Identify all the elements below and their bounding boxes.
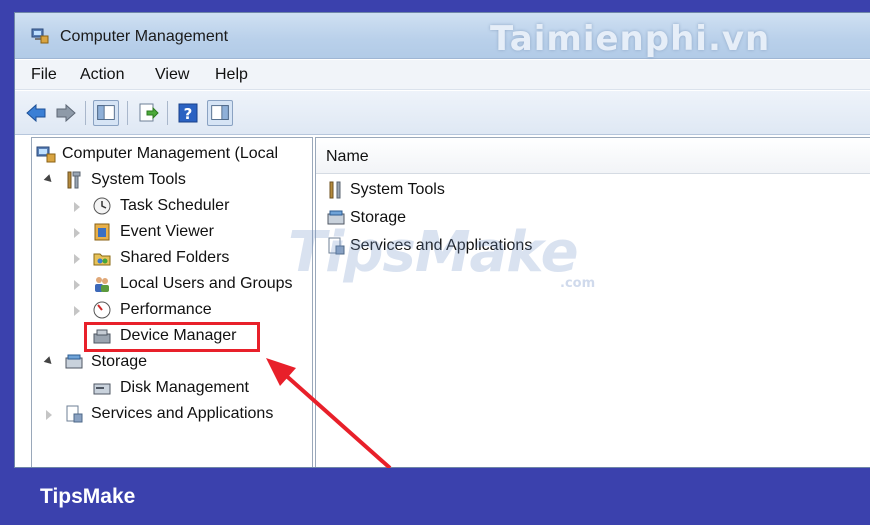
tree-item-label: Local Users and Groups: [120, 275, 293, 292]
export-list-icon[interactable]: [135, 100, 161, 126]
event-viewer-icon: [94, 223, 110, 241]
title-watermark: Taimienphi.vn: [490, 19, 771, 59]
tree-item-storage[interactable]: Storage: [36, 350, 312, 374]
tree-item-performance[interactable]: Performance: [36, 298, 312, 322]
tree-item-event-viewer[interactable]: Event Viewer: [36, 220, 312, 244]
tree-item-label: System Tools: [91, 171, 186, 188]
tools-icon: [67, 171, 81, 189]
tree-item-disk-management[interactable]: Disk Management: [36, 376, 312, 400]
column-header-label: Name: [326, 148, 369, 165]
tree-item-label: Task Scheduler: [120, 197, 230, 214]
clock-icon: [93, 197, 111, 215]
disk-management-icon: [93, 383, 111, 395]
computer-management-icon: [36, 146, 56, 163]
console-tree: Computer Management (Local System Tools …: [31, 137, 313, 467]
tree-item-shared-folders[interactable]: Shared Folders: [36, 246, 312, 270]
tipsmake-watermark-suffix: .com: [560, 276, 596, 291]
menu-file[interactable]: File: [31, 66, 57, 84]
help-icon[interactable]: ?: [175, 100, 201, 126]
expand-arrow-icon[interactable]: [46, 410, 52, 420]
tree-item-label: Shared Folders: [120, 249, 230, 266]
menu-help[interactable]: Help: [215, 66, 248, 84]
expand-arrow-icon[interactable]: [43, 356, 55, 367]
device-manager-highlight: [84, 322, 260, 352]
expand-arrow-icon[interactable]: [74, 306, 80, 316]
tree-item-task-scheduler[interactable]: Task Scheduler: [36, 194, 312, 218]
toolbar-separator: [167, 101, 168, 125]
tree-item-label: Storage: [91, 353, 148, 370]
back-icon[interactable]: [23, 100, 49, 126]
footer-bar: TipsMake: [0, 468, 870, 525]
list-item-system-tools[interactable]: System Tools: [326, 178, 726, 202]
show-hide-console-tree-icon[interactable]: [93, 100, 119, 126]
expand-arrow-icon[interactable]: [74, 254, 80, 264]
tree-item-label: Computer Management (Local: [62, 145, 279, 162]
tree-item-label: Services and Applications: [91, 405, 274, 422]
tipsmake-watermark: TipsMake: [288, 220, 579, 285]
performance-icon: [93, 301, 111, 319]
list-view: Name System Tools Storage Services and A…: [315, 137, 870, 467]
tree-item-system-tools[interactable]: System Tools: [36, 168, 312, 192]
forward-icon[interactable]: [53, 100, 79, 126]
toolbar: ?: [15, 91, 870, 135]
tree-item-local-users-and-groups[interactable]: Local Users and Groups: [36, 272, 312, 296]
tree-item-label: Disk Management: [120, 379, 249, 396]
expand-arrow-icon[interactable]: [74, 228, 80, 238]
tools-icon: [329, 181, 341, 199]
tree-item-label: Performance: [120, 301, 212, 318]
expand-arrow-icon[interactable]: [74, 280, 80, 290]
show-action-pane-icon[interactable]: [207, 100, 233, 126]
list-item-label: System Tools: [350, 181, 445, 198]
expand-arrow-icon[interactable]: [74, 202, 80, 212]
toolbar-separator: [127, 101, 128, 125]
computer-management-icon: [31, 28, 49, 44]
storage-icon: [65, 354, 83, 369]
tree-item-services-and-applications[interactable]: Services and Applications: [36, 402, 312, 426]
column-header-name[interactable]: Name: [316, 138, 870, 174]
tree-item-label: Event Viewer: [120, 223, 214, 240]
services-icon: [66, 405, 83, 423]
shared-folder-icon: [93, 253, 111, 266]
toolbar-separator: [85, 101, 86, 125]
window-title: Computer Management: [60, 28, 229, 45]
title-bar: Computer Management Taimienphi.vn: [15, 13, 870, 59]
svg-text:?: ?: [184, 105, 193, 123]
menu-bar: File Action View Help: [15, 60, 870, 90]
users-icon: [95, 277, 109, 292]
menu-action[interactable]: Action: [80, 66, 124, 84]
footer-brand: TipsMake: [40, 485, 136, 508]
menu-view[interactable]: View: [155, 66, 189, 84]
expand-arrow-icon[interactable]: [43, 174, 55, 185]
tree-item-computer-management[interactable]: Computer Management (Local: [36, 142, 312, 166]
